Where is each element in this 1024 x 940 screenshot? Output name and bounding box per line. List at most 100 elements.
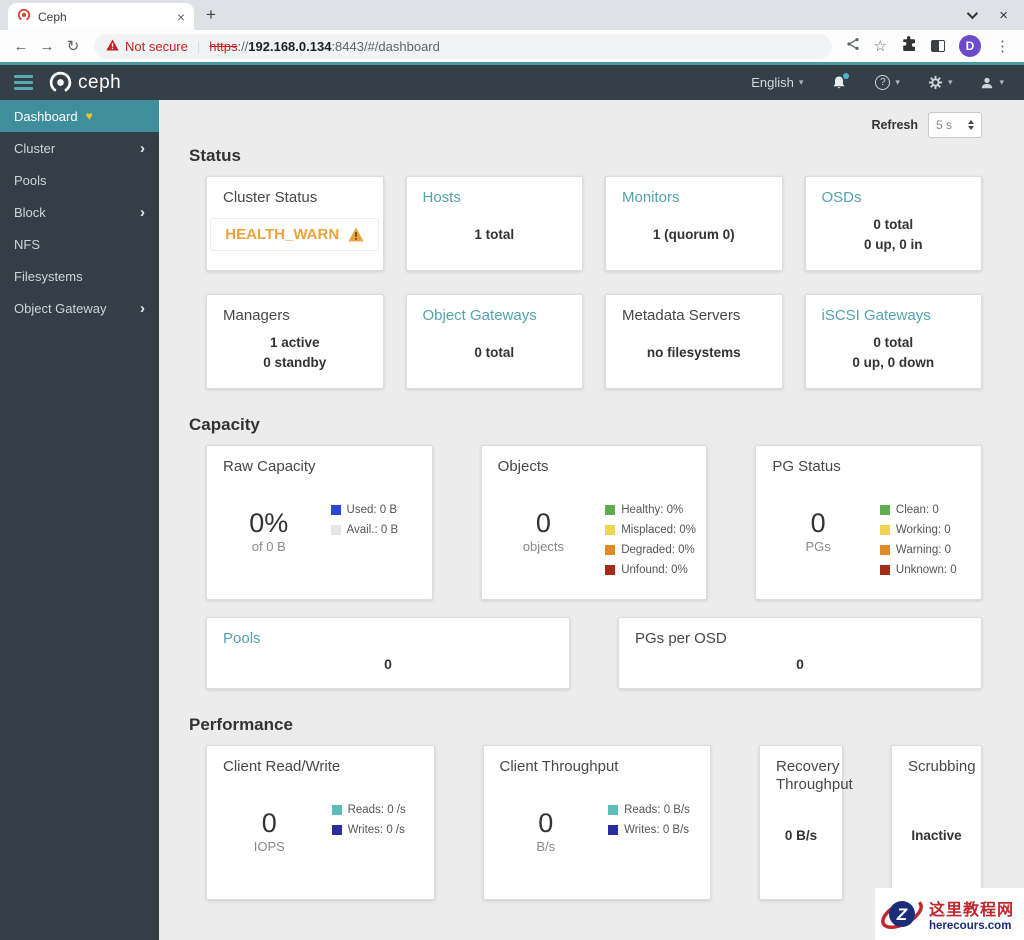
card-metadata-servers: Metadata Servers no filesystems — [605, 294, 783, 389]
brand-name: ceph — [78, 71, 122, 93]
legend-label: Unfound: 0% — [621, 564, 688, 576]
url-scheme: https — [209, 38, 238, 54]
card-value: no filesystems — [646, 345, 741, 360]
sidebar-item-pools[interactable]: Pools — [0, 164, 159, 196]
sidebar-item-label: Object Gateway — [14, 300, 107, 316]
sidebar-item-block[interactable]: Block › — [0, 196, 159, 228]
sidebar-item-filesystems[interactable]: Filesystems — [0, 260, 159, 292]
app-header: ceph English ▾ ? ▾ ▾ ▾ — [0, 62, 1024, 100]
card-objects: Objects 0 objects Healthy: 0% Misplaced:… — [480, 445, 708, 600]
card-title-link[interactable]: OSDs — [806, 177, 982, 207]
sidebar-item-nfs[interactable]: NFS — [0, 228, 159, 260]
sidebar-item-label: Pools — [14, 172, 47, 188]
watermark-logo-icon: Z — [881, 899, 923, 929]
chart-legend: Reads: 0 /s Writes: 0 /s — [331, 776, 434, 899]
legend-swatch — [608, 805, 619, 815]
sidebar-item-cluster[interactable]: Cluster › — [0, 132, 159, 164]
sidebar-item-object-gateway[interactable]: Object Gateway › — [0, 292, 159, 324]
legend-item: Writes: 0 B/s — [608, 824, 710, 836]
legend-item: Warning: 0 — [879, 544, 981, 556]
chevron-right-icon: › — [140, 299, 145, 317]
legend-item: Working: 0 — [879, 524, 981, 536]
sidebar-item-label: Dashboard — [14, 108, 78, 124]
gear-icon — [928, 75, 942, 90]
new-tab-button[interactable]: + — [194, 5, 228, 25]
health-heart-icon: ♥ — [85, 109, 93, 123]
warning-icon — [348, 227, 364, 242]
card-title-link[interactable]: Pools — [207, 618, 569, 648]
card-value: 1 total — [474, 227, 515, 242]
address-bar[interactable]: Not secure | https://192.168.0.134:8443/… — [94, 33, 832, 59]
chart-value: 0 — [538, 807, 554, 838]
legend-label: Degraded: 0% — [621, 544, 695, 556]
tab-close-icon[interactable]: × — [177, 9, 185, 25]
language-label: English — [751, 75, 794, 90]
window-shade-icon[interactable] — [966, 7, 979, 20]
legend-label: Warning: 0 — [895, 544, 952, 556]
card-scrubbing: Scrubbing Inactive — [891, 745, 982, 900]
capacity-card-grid: Raw Capacity 0% of 0 B Used: 0 B Avail.:… — [206, 445, 982, 600]
card-value: 1 (quorum 0) — [652, 227, 735, 242]
legend-item: Misplaced: 0% — [605, 524, 706, 536]
legend-swatch — [879, 545, 890, 555]
sidebar-item-label: NFS — [14, 236, 40, 252]
url-path: :8443/#/dashboard — [331, 38, 440, 54]
legend-item: Unknown: 0 — [879, 564, 981, 576]
reload-icon[interactable]: ↻ — [60, 37, 86, 55]
share-icon[interactable] — [846, 37, 860, 56]
url-divider: | — [196, 38, 201, 54]
sidebar-item-dashboard[interactable]: Dashboard ♥ — [0, 100, 159, 132]
card-title-link[interactable]: Object Gateways — [407, 295, 583, 325]
window-close-icon[interactable]: × — [999, 7, 1008, 24]
legend-item: Degraded: 0% — [605, 544, 706, 556]
stepper-icon — [968, 120, 974, 130]
chart-value: 0% — [249, 507, 289, 538]
legend-label: Working: 0 — [895, 524, 951, 536]
chart-value-label: B/s — [536, 838, 556, 854]
legend-label: Used: 0 B — [346, 504, 398, 516]
legend-item: Writes: 0 /s — [331, 824, 434, 836]
side-panel-icon[interactable] — [931, 40, 945, 52]
refresh-interval-value: 5 s — [936, 118, 953, 132]
watermark-url: herecours.com — [928, 920, 1012, 932]
legend-swatch — [330, 505, 341, 515]
notifications-bell-icon[interactable] — [831, 72, 850, 91]
card-client-throughput: Client Throughput 0 B/s Reads: 0 B/s Wri… — [482, 745, 711, 900]
browser-tab-ceph[interactable]: Ceph × — [8, 3, 194, 30]
card-title-link[interactable]: iSCSI Gateways — [806, 295, 982, 325]
card-pg-status: PG Status 0 PGs Clean: 0 Working: 0 Warn… — [755, 445, 982, 600]
card-title: Metadata Servers — [622, 307, 741, 324]
forward-icon[interactable]: → — [34, 38, 60, 55]
back-icon[interactable]: ← — [8, 38, 34, 55]
legend-label: Unknown: 0 — [895, 564, 957, 576]
bookmark-star-icon[interactable]: ☆ — [874, 37, 887, 55]
card-value: 0 up, 0 down — [852, 355, 935, 370]
section-heading-status: Status — [189, 146, 241, 165]
chart-value-label: PGs — [805, 538, 831, 554]
legend-swatch — [605, 565, 616, 575]
legend-swatch — [879, 565, 890, 575]
language-dropdown[interactable]: English ▾ — [751, 75, 803, 90]
settings-dropdown[interactable]: ▾ — [928, 75, 952, 90]
refresh-interval-select[interactable]: 5 s — [928, 112, 982, 138]
help-dropdown[interactable]: ? ▾ — [875, 75, 900, 90]
legend-swatch — [605, 505, 616, 515]
refresh-control: Refresh 5 s — [189, 112, 982, 138]
chart-legend: Clean: 0 Working: 0 Warning: 0 Unknown: … — [879, 476, 981, 599]
card-value: 0 total — [474, 345, 515, 360]
ceph-logo-icon — [49, 71, 72, 94]
url-host: 192.168.0.134 — [248, 38, 332, 54]
extensions-puzzle-icon[interactable] — [901, 35, 917, 57]
sidebar-item-label: Block — [14, 204, 46, 220]
legend-label: Writes: 0 /s — [347, 824, 405, 836]
browser-toolbar: ← → ↻ Not secure | https://192.168.0.134… — [0, 30, 1024, 62]
card-title: Recovery Throughput — [776, 758, 853, 793]
legend-item: Healthy: 0% — [605, 504, 706, 516]
card-title-link[interactable]: Hosts — [407, 177, 583, 207]
browser-menu-icon[interactable]: ⋮ — [995, 37, 1010, 55]
profile-avatar[interactable]: D — [959, 35, 981, 57]
header-actions: English ▾ ? ▾ ▾ ▾ — [751, 72, 1024, 91]
hamburger-menu-icon[interactable] — [14, 75, 33, 90]
user-dropdown[interactable]: ▾ — [980, 76, 1004, 90]
card-title-link[interactable]: Monitors — [606, 177, 782, 207]
